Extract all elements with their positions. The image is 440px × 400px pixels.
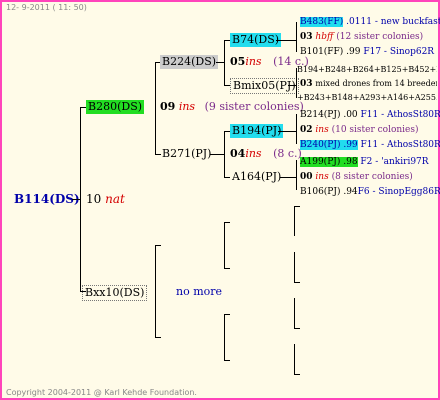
- gen3-node-c[interactable]: B194(PJ): [230, 124, 284, 138]
- mother-no-more: no more: [176, 285, 223, 298]
- gen4-row-5[interactable]: +B243+B148+A293+A146+A255...: [297, 92, 437, 104]
- timestamp: 12- 9-2011 ( 11: 50): [6, 3, 87, 12]
- gen2-node-b[interactable]: B271(PJ): [160, 147, 213, 161]
- father-node[interactable]: B280(DS): [86, 100, 145, 114]
- gen4-row-0[interactable]: B483(FF) .0111 - new buckfast: [300, 16, 440, 28]
- gen4-row-8[interactable]: B240(PJ) .99 F11 - AthosSt80R: [300, 139, 440, 151]
- gen4-row-3[interactable]: B194+B248+B264+B125+B452+B...: [297, 64, 437, 76]
- gen4-row-6[interactable]: B214(PJ) .00 F11 - AthosSt80R: [300, 109, 440, 121]
- gen4-row-7: 02 ins (10 sister colonies): [300, 125, 419, 135]
- gen3-node-d[interactable]: A164(PJ): [230, 170, 283, 184]
- root-type: nat: [105, 192, 125, 206]
- gen3-node-b[interactable]: Bmix05(PJ): [230, 78, 299, 94]
- mother-node[interactable]: Bxx10(DS): [82, 285, 148, 301]
- gen4-row-9[interactable]: A199(PJ) .98 F2 - 'ankiri97R: [300, 156, 429, 168]
- gen2-node-a[interactable]: B224(DS): [160, 55, 219, 69]
- gen4-row-4: 03 mixed drones from 14 breeder co...: [300, 79, 437, 89]
- root-year: 10: [86, 192, 102, 206]
- gen3-c-year-type: 04ins (8 c.): [230, 147, 302, 160]
- gen3-node-a[interactable]: B74(DS): [230, 33, 282, 47]
- root-year-type: 10 nat: [84, 192, 127, 206]
- gen4-row-2[interactable]: B101(FF) .99 F17 - Sinop62R: [300, 46, 434, 58]
- gen4-row-10: 00 ins (8 sister colonies): [300, 172, 413, 182]
- gen4-row-11[interactable]: B106(PJ) .94F6 - SinopEgg86R: [300, 186, 440, 198]
- father-year-type: 09 ins (9 sister colonies): [160, 100, 304, 113]
- gen4-row-1: 03 hbff (12 sister colonies): [300, 32, 424, 42]
- copyright: Copyright 2004-2011 @ Karl Kehde Foundat…: [6, 388, 197, 397]
